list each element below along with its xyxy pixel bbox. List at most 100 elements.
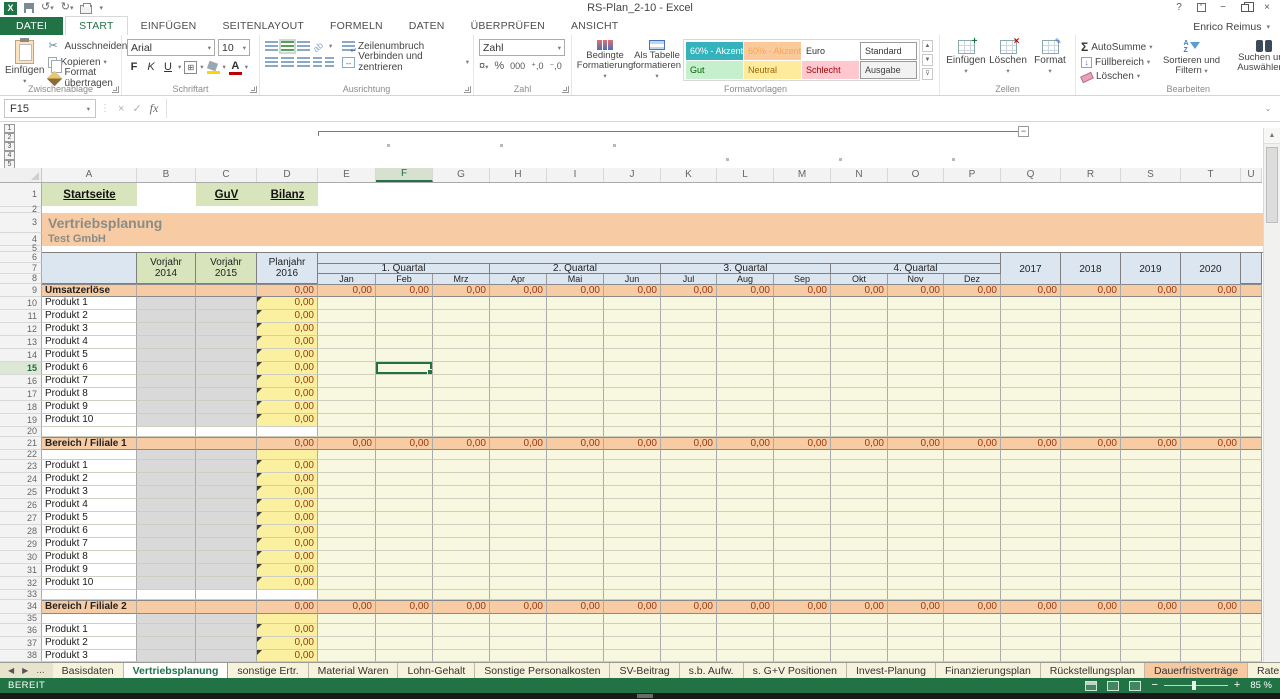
cell-U32[interactable] xyxy=(1241,577,1262,590)
cell-style-chip[interactable]: Schlecht xyxy=(802,61,859,79)
cell-K24[interactable] xyxy=(661,473,717,486)
cell-E24[interactable] xyxy=(318,473,376,486)
cell-M13[interactable] xyxy=(774,336,831,349)
cell-S14[interactable] xyxy=(1121,349,1181,362)
cell-A9[interactable]: Umsatzerlöse xyxy=(42,284,137,297)
cell-G18[interactable] xyxy=(433,401,490,414)
cell-L27[interactable] xyxy=(717,512,774,525)
cell-B25[interactable] xyxy=(137,486,196,499)
cell-P15[interactable] xyxy=(944,362,1001,375)
cell-D13[interactable]: 0,00 xyxy=(257,336,318,349)
cell-S9[interactable]: 0,00 xyxy=(1121,284,1181,297)
cell-G19[interactable] xyxy=(433,414,490,427)
cell-G12[interactable] xyxy=(433,323,490,336)
cell-S13[interactable] xyxy=(1121,336,1181,349)
cell-J21[interactable]: 0,00 xyxy=(604,437,661,450)
outline-level-2[interactable]: 2 xyxy=(4,133,15,142)
cell-B36[interactable] xyxy=(137,624,196,637)
cell-S20[interactable] xyxy=(1121,427,1181,437)
cell-L24[interactable] xyxy=(717,473,774,486)
cell-E32[interactable] xyxy=(318,577,376,590)
col-header-F[interactable]: F xyxy=(376,168,433,182)
cell-H13[interactable] xyxy=(490,336,547,349)
row-header-9[interactable]: 9 xyxy=(0,284,42,297)
cell-C23[interactable] xyxy=(196,460,257,473)
cell-J34[interactable]: 0,00 xyxy=(604,600,661,614)
cell-N32[interactable] xyxy=(831,577,888,590)
cell-O13[interactable] xyxy=(888,336,944,349)
cell-A13[interactable]: Produkt 4 xyxy=(42,336,137,349)
cell-T37[interactable] xyxy=(1181,637,1241,650)
cell-B21[interactable] xyxy=(137,437,196,450)
cell-D12[interactable]: 0,00 xyxy=(257,323,318,336)
user-account[interactable]: Enrico Reimus ▾ xyxy=(1193,21,1270,33)
cell-H24[interactable] xyxy=(490,473,547,486)
cell-S24[interactable] xyxy=(1121,473,1181,486)
cell-O20[interactable] xyxy=(888,427,944,437)
cell-Q29[interactable] xyxy=(1001,538,1061,551)
cell-D28[interactable]: 0,00 xyxy=(257,525,318,538)
cell-N29[interactable] xyxy=(831,538,888,551)
cell-F20[interactable] xyxy=(376,427,433,437)
cell-K16[interactable] xyxy=(661,375,717,388)
ribbon-tab-datei[interactable]: DATEI xyxy=(0,17,63,35)
cell-B26[interactable] xyxy=(137,499,196,512)
cell-S28[interactable] xyxy=(1121,525,1181,538)
cell-D10[interactable]: 0,00 xyxy=(257,297,318,310)
font-family-select[interactable]: Arial▾ xyxy=(127,39,215,56)
quarter-header[interactable]: 3. Quartal xyxy=(661,263,831,274)
cell-J9[interactable]: 0,00 xyxy=(604,284,661,297)
cell-G21[interactable]: 0,00 xyxy=(433,437,490,450)
cell-F31[interactable] xyxy=(376,564,433,577)
cell-C29[interactable] xyxy=(196,538,257,551)
cell-P29[interactable] xyxy=(944,538,1001,551)
cell-T16[interactable] xyxy=(1181,375,1241,388)
align-bottom-icon[interactable] xyxy=(297,41,310,52)
cell-B17[interactable] xyxy=(137,388,196,401)
conditional-formatting-button[interactable]: Bedingte Formatierung ▾ xyxy=(577,38,633,82)
name-box[interactable]: F15 ▾ xyxy=(4,99,96,118)
cell-O27[interactable] xyxy=(888,512,944,525)
zoom-out-icon[interactable]: − xyxy=(1151,680,1157,691)
cell-O14[interactable] xyxy=(888,349,944,362)
col-header-H[interactable]: H xyxy=(490,168,547,182)
sheet-tab-finanzierungsplan[interactable]: Finanzierungsplan xyxy=(936,663,1041,678)
delete-cells-button[interactable]: × Löschen▾ xyxy=(987,38,1029,82)
cell-T30[interactable] xyxy=(1181,551,1241,564)
cell-style-chip[interactable]: 60% - Akzent6 xyxy=(744,42,801,60)
cell-Q22[interactable] xyxy=(1001,450,1061,460)
cell-H33[interactable] xyxy=(490,590,547,600)
cell-T31[interactable] xyxy=(1181,564,1241,577)
cell-Q9[interactable]: 0,00 xyxy=(1001,284,1061,297)
cell-G16[interactable] xyxy=(433,375,490,388)
sheet-tab-sv-beitrag[interactable]: SV-Beitrag xyxy=(610,663,679,678)
cell-E30[interactable] xyxy=(318,551,376,564)
row-header-15[interactable]: 15 xyxy=(0,362,42,375)
redo-icon[interactable]: ↻▾ xyxy=(61,1,74,15)
cell-O11[interactable] xyxy=(888,310,944,323)
cell-O16[interactable] xyxy=(888,375,944,388)
cell-A15[interactable]: Produkt 6 xyxy=(42,362,137,375)
cell-D25[interactable]: 0,00 xyxy=(257,486,318,499)
cell-D23[interactable]: 0,00 xyxy=(257,460,318,473)
cell-F11[interactable] xyxy=(376,310,433,323)
row-header-20[interactable]: 20 xyxy=(0,427,42,437)
cell-T34[interactable]: 0,00 xyxy=(1181,600,1241,614)
cell-H9[interactable]: 0,00 xyxy=(490,284,547,297)
cell-C24[interactable] xyxy=(196,473,257,486)
cell-F33[interactable] xyxy=(376,590,433,600)
cell-M29[interactable] xyxy=(774,538,831,551)
enter-icon[interactable]: ✓ xyxy=(132,102,141,115)
cell-E28[interactable] xyxy=(318,525,376,538)
cell-H18[interactable] xyxy=(490,401,547,414)
cell-L18[interactable] xyxy=(717,401,774,414)
cell-P9[interactable]: 0,00 xyxy=(944,284,1001,297)
cell-I28[interactable] xyxy=(547,525,604,538)
cell-D21[interactable]: 0,00 xyxy=(257,437,318,450)
nav-button-guv[interactable]: GuV xyxy=(196,183,257,206)
cell-P36[interactable] xyxy=(944,624,1001,637)
cell-H10[interactable] xyxy=(490,297,547,310)
ribbon-tab-ansicht[interactable]: ANSICHT xyxy=(558,17,632,35)
cell-B22[interactable] xyxy=(137,450,196,460)
month-header[interactable]: Aug xyxy=(717,274,774,284)
